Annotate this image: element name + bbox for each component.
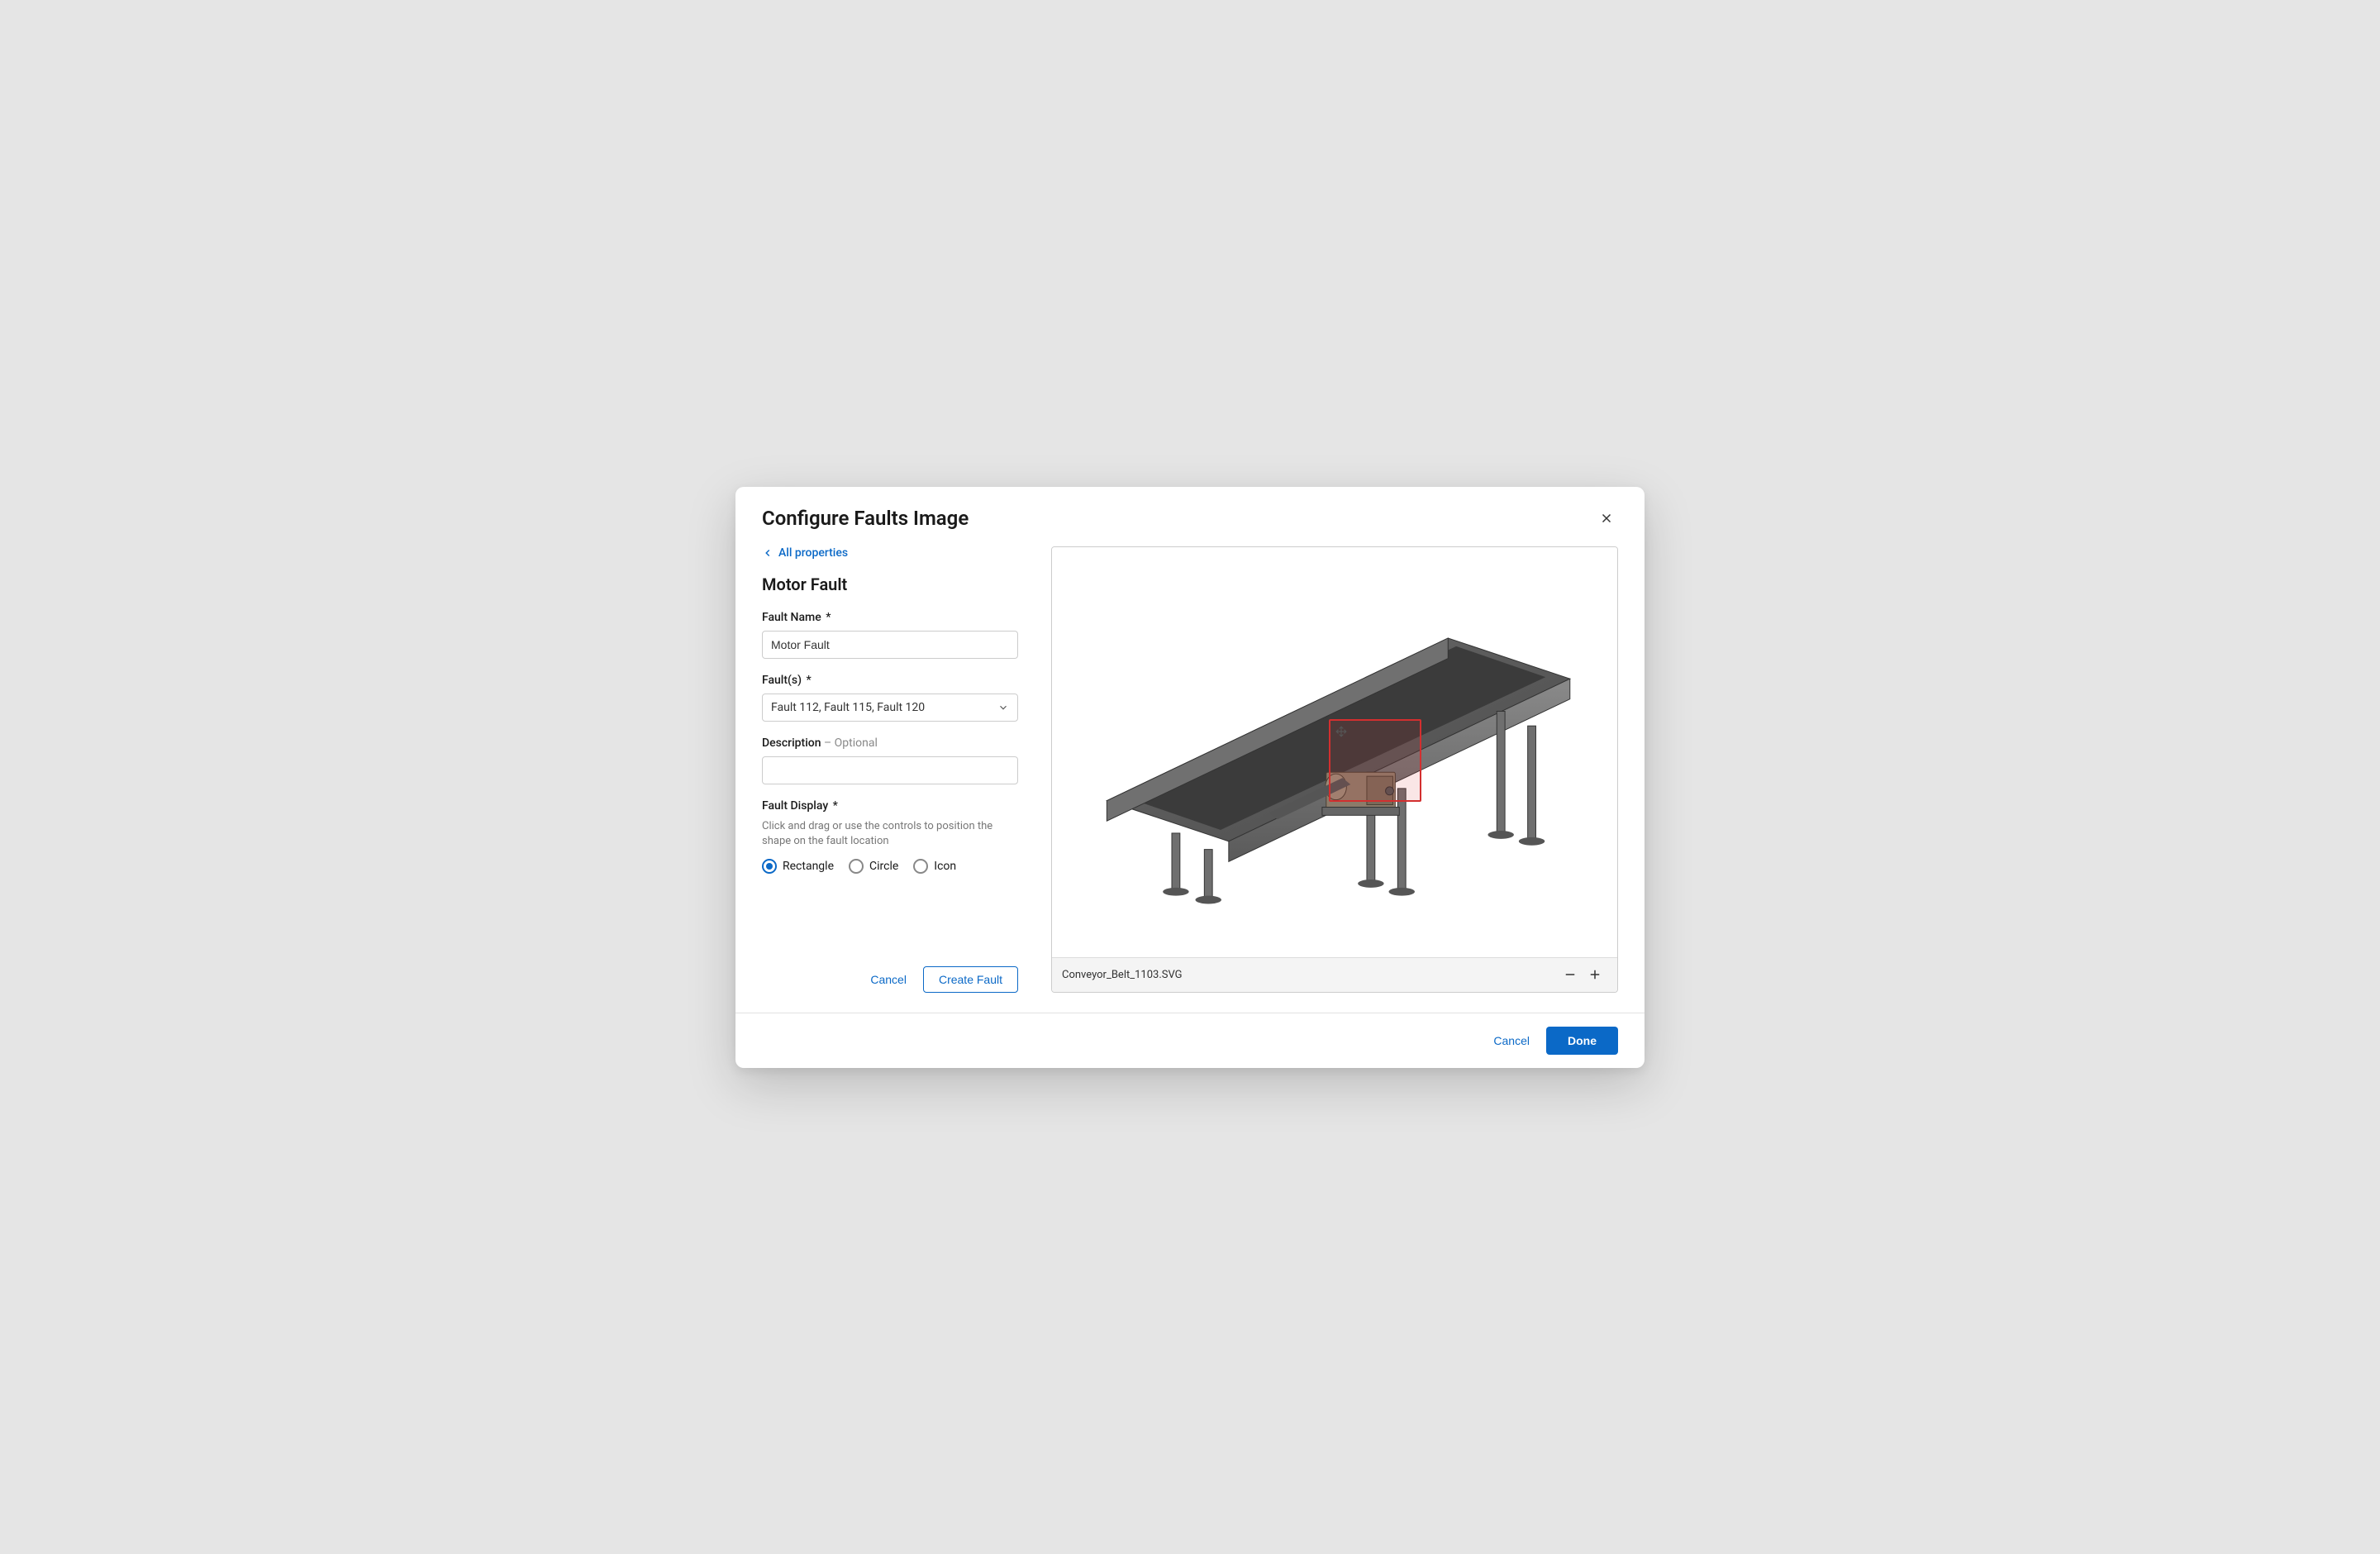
zoom-out-button[interactable] [1558,962,1583,987]
chevron-down-icon [997,702,1009,713]
dialog-footer: Cancel Done [735,1013,1645,1068]
close-icon [1599,511,1614,526]
canvas-filename: Conveyor_Belt_1103.SVG [1062,969,1183,981]
zoom-in-button[interactable] [1583,962,1607,987]
fault-display-radio-group: Rectangle Circle Icon [762,859,1018,874]
faults-select[interactable]: Fault 112, Fault 115, Fault 120 [762,694,1018,722]
radio-indicator [913,859,928,874]
dialog-title: Configure Faults Image [762,507,969,530]
fault-display-label: Fault Display * [762,799,1018,813]
description-field: Description – Optional [762,736,1018,784]
minus-icon [1563,967,1578,982]
radio-indicator [849,859,864,874]
radio-icon[interactable]: Icon [913,859,956,874]
fault-name-input[interactable] [762,631,1018,659]
fault-region-overlay[interactable] [1329,719,1421,802]
image-canvas-panel: Conveyor_Belt_1103.SVG [1051,546,1618,993]
section-title: Motor Fault [762,574,1018,594]
canvas-footer: Conveyor_Belt_1103.SVG [1052,957,1617,992]
dialog-header: Configure Faults Image [735,487,1645,530]
configure-faults-dialog: Configure Faults Image All properties Mo… [735,487,1645,1068]
dialog-cancel-button[interactable]: Cancel [1493,1034,1530,1047]
radio-rectangle[interactable]: Rectangle [762,859,834,874]
form-actions: Cancel Create Fault [762,917,1018,993]
close-button[interactable] [1595,507,1618,530]
back-link-label: All properties [778,546,848,560]
done-button[interactable]: Done [1546,1027,1618,1055]
image-canvas[interactable] [1052,547,1617,957]
faults-selected-text: Fault 112, Fault 115, Fault 120 [771,701,925,714]
faults-label: Fault(s) * [762,674,1018,687]
move-icon [1335,726,1347,737]
fault-name-label: Fault Name * [762,611,1018,624]
fault-display-help: Click and drag or use the controls to po… [762,819,1018,849]
chevron-left-icon [762,547,774,559]
form-cancel-button[interactable]: Cancel [870,973,907,986]
description-label: Description – Optional [762,736,1018,750]
description-input[interactable] [762,756,1018,784]
create-fault-button[interactable]: Create Fault [923,966,1018,993]
dialog-body: All properties Motor Fault Fault Name * … [735,530,1645,1013]
back-to-all-properties-link[interactable]: All properties [762,546,1018,560]
faults-select-field: Fault(s) * Fault 112, Fault 115, Fault 1… [762,674,1018,722]
plus-icon [1587,967,1602,982]
radio-circle[interactable]: Circle [849,859,898,874]
radio-indicator [762,859,777,874]
form-panel: All properties Motor Fault Fault Name * … [762,546,1018,993]
fault-name-field: Fault Name * [762,611,1018,659]
fault-display-field: Fault Display * Click and drag or use th… [762,799,1018,874]
